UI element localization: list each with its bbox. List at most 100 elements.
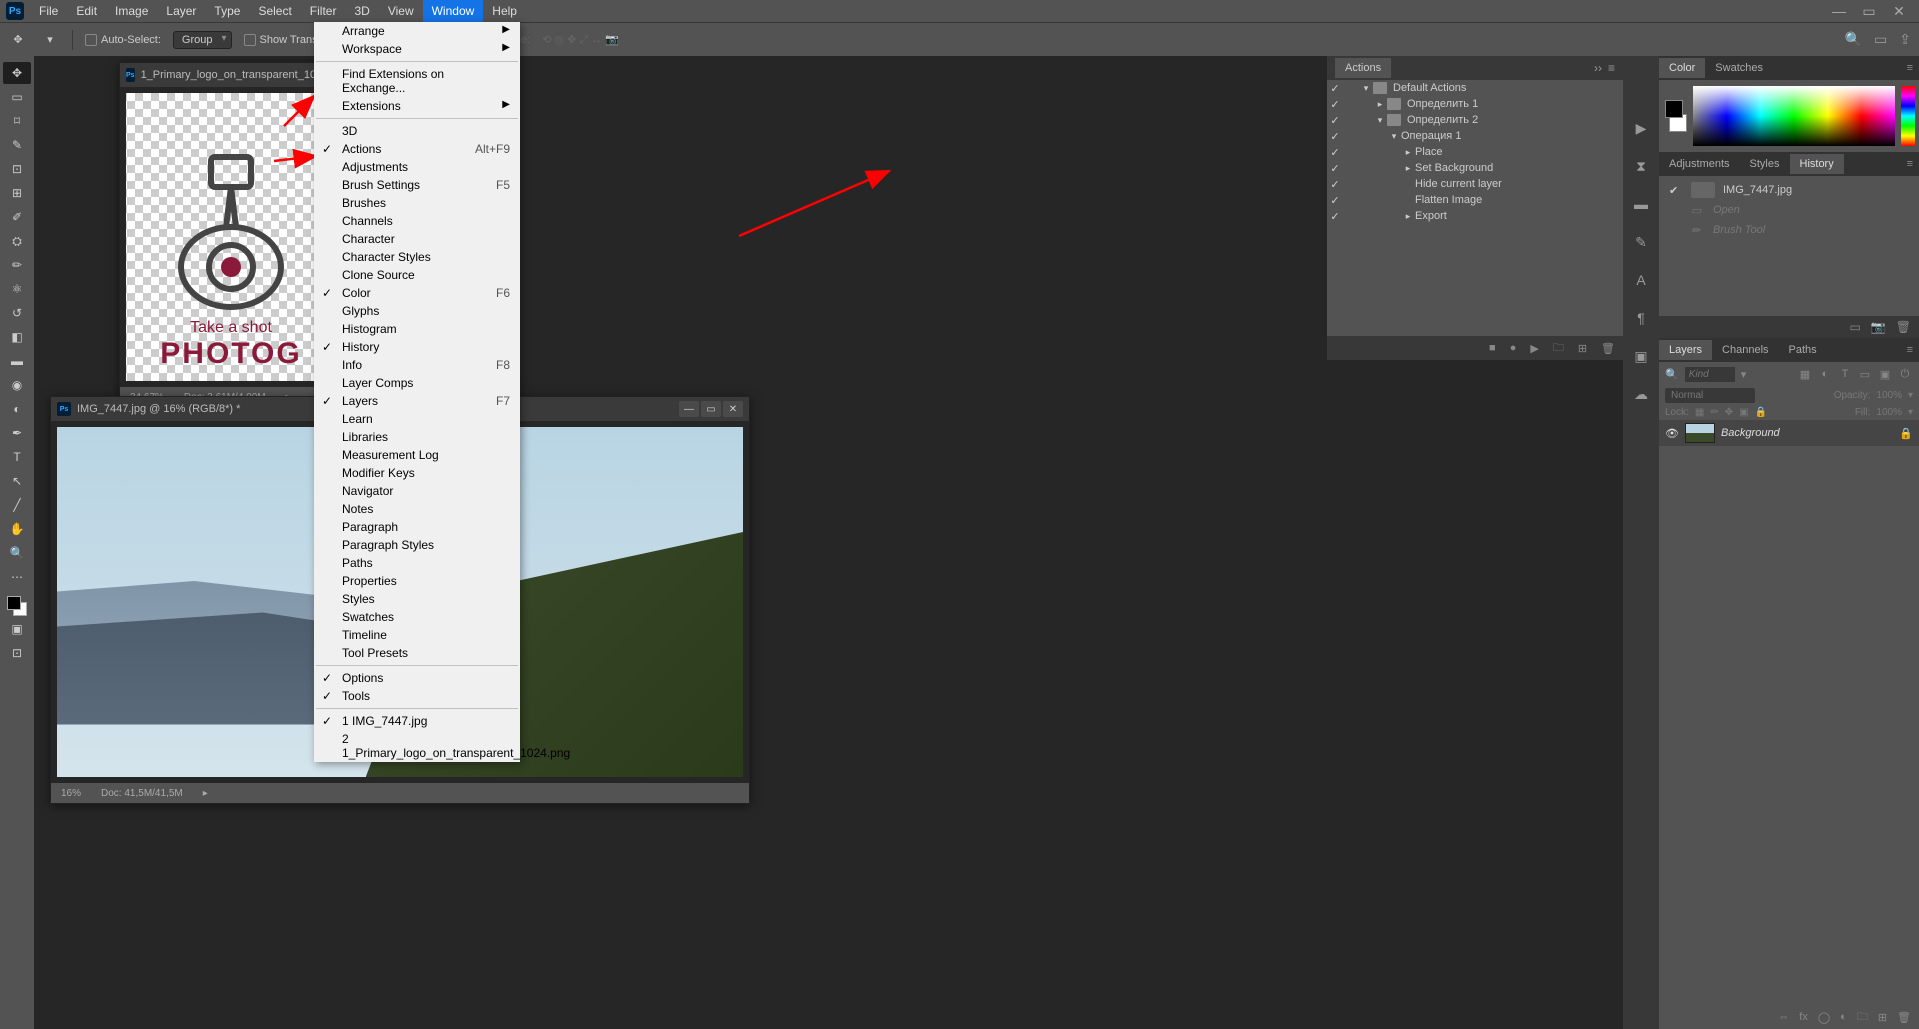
- hue-slider[interactable]: [1901, 86, 1915, 146]
- action-row[interactable]: ✓Flatten Image: [1327, 192, 1623, 208]
- filter-pixel-icon[interactable]: ▦: [1797, 366, 1813, 382]
- menu-layer[interactable]: Layer: [157, 0, 205, 22]
- menu-item-tools[interactable]: ✓Tools: [314, 687, 520, 705]
- swatches-tab[interactable]: Swatches: [1705, 58, 1773, 78]
- history-snapshot-row[interactable]: ✔ IMG_7447.jpg: [1663, 180, 1915, 200]
- menu-item-paragraph-styles[interactable]: Paragraph Styles: [314, 536, 520, 554]
- paths-tab[interactable]: Paths: [1779, 340, 1827, 360]
- zoom-tool[interactable]: 🔍: [3, 542, 31, 564]
- history-brush-tool[interactable]: ↺: [3, 302, 31, 324]
- delete-state-icon[interactable]: 🗑: [1896, 320, 1911, 334]
- filter-adjustment-icon[interactable]: ◐: [1817, 366, 1833, 382]
- delete-action-icon[interactable]: 🗑: [1601, 342, 1615, 355]
- search-icon[interactable]: 🔍: [1845, 31, 1862, 48]
- layers-tab[interactable]: Layers: [1659, 340, 1712, 360]
- menu-item-character-styles[interactable]: Character Styles: [314, 248, 520, 266]
- document-1-titlebar[interactable]: Ps 1_Primary_logo_on_transparent_1024.pn: [120, 63, 342, 87]
- filter-toggle-icon[interactable]: ⏻: [1897, 366, 1913, 382]
- color-panel-menu-icon[interactable]: ≡: [1901, 62, 1919, 74]
- new-snapshot-icon[interactable]: 📷: [1871, 320, 1886, 334]
- menu-3d[interactable]: 3D: [345, 0, 378, 22]
- menu-item-timeline[interactable]: Timeline: [314, 626, 520, 644]
- lock-position-icon[interactable]: ✏: [1710, 407, 1718, 418]
- document-2-zoom[interactable]: 16%: [61, 788, 81, 799]
- blend-mode-dropdown[interactable]: Normal: [1665, 388, 1755, 403]
- tool-preset-dropdown-icon[interactable]: ▾: [40, 30, 60, 50]
- menu-help[interactable]: Help: [483, 0, 526, 22]
- properties-panel-icon[interactable]: ✎: [1629, 230, 1653, 254]
- menu-item-character[interactable]: Character: [314, 230, 520, 248]
- auto-select-checkbox[interactable]: Auto-Select:: [85, 34, 161, 46]
- blur-tool[interactable]: ◉: [3, 374, 31, 396]
- menu-item-brushes[interactable]: Brushes: [314, 194, 520, 212]
- new-set-icon[interactable]: 🗀: [1553, 339, 1564, 358]
- new-document-from-state-icon[interactable]: ▭: [1849, 320, 1860, 334]
- lasso-tool[interactable]: ⌑: [3, 110, 31, 132]
- action-row[interactable]: ✓▾Операция 1: [1327, 128, 1623, 144]
- cloud-panel-icon[interactable]: ☁: [1629, 382, 1653, 406]
- actions-panel-tab[interactable]: Actions: [1335, 58, 1391, 78]
- document-window-1[interactable]: Ps 1_Primary_logo_on_transparent_1024.pn: [119, 62, 343, 408]
- line-tool[interactable]: ╱: [3, 494, 31, 516]
- filter-shape-icon[interactable]: ▭: [1857, 366, 1873, 382]
- color-fg-bg-swatch[interactable]: [1663, 96, 1687, 136]
- menu-select[interactable]: Select: [249, 0, 300, 22]
- share-icon[interactable]: ⇪: [1899, 31, 1911, 48]
- lock-pixels-icon[interactable]: ▦: [1695, 407, 1704, 418]
- layer-filter-input[interactable]: [1685, 367, 1735, 382]
- menu-item-histogram[interactable]: Histogram: [314, 320, 520, 338]
- lock-move-icon[interactable]: ✥: [1725, 407, 1733, 418]
- path-selection-tool[interactable]: ↖: [3, 470, 31, 492]
- menu-item-learn[interactable]: Learn: [314, 410, 520, 428]
- brushes-panel-icon[interactable]: ▶: [1629, 116, 1653, 140]
- action-row[interactable]: ✓Hide current layer: [1327, 176, 1623, 192]
- menu-item-arrange[interactable]: Arrange▶: [314, 22, 520, 40]
- lock-all-icon[interactable]: 🔒: [1755, 407, 1767, 418]
- new-group-icon[interactable]: 🗀: [1857, 1008, 1868, 1027]
- stop-action-icon[interactable]: ■: [1489, 342, 1496, 354]
- close-button[interactable]: ✕: [1885, 3, 1913, 20]
- menu-item-clone-source[interactable]: Clone Source: [314, 266, 520, 284]
- menu-item-measurement-log[interactable]: Measurement Log: [314, 446, 520, 464]
- menu-window[interactable]: Window: [423, 0, 484, 22]
- menu-item-channels[interactable]: Channels: [314, 212, 520, 230]
- menu-filter[interactable]: Filter: [301, 0, 346, 22]
- action-row[interactable]: ✓▾Определить 2: [1327, 112, 1623, 128]
- new-layer-icon[interactable]: ⊞: [1878, 1011, 1887, 1024]
- menu-image[interactable]: Image: [106, 0, 157, 22]
- history-panel-icon[interactable]: ⧗: [1629, 154, 1653, 178]
- menu-item-navigator[interactable]: Navigator: [314, 482, 520, 500]
- link-layers-icon[interactable]: ⇔: [1778, 1011, 1789, 1023]
- magic-wand-tool[interactable]: ✎: [3, 134, 31, 156]
- character-panel-icon[interactable]: A: [1629, 268, 1653, 292]
- menu-item-1-img-7447-jpg[interactable]: ✓1 IMG_7447.jpg: [314, 712, 520, 730]
- collapse-panel-icon[interactable]: ››: [1594, 61, 1602, 75]
- workspace-icon[interactable]: ▭: [1874, 31, 1887, 48]
- menu-item-info[interactable]: InfoF8: [314, 356, 520, 374]
- menu-item-libraries[interactable]: Libraries: [314, 428, 520, 446]
- menu-item-modifier-keys[interactable]: Modifier Keys: [314, 464, 520, 482]
- layer-name[interactable]: Background: [1721, 427, 1780, 439]
- more-tools[interactable]: ⋯: [3, 566, 31, 588]
- history-state-open[interactable]: ▭ Open: [1663, 200, 1915, 220]
- menu-item-layer-comps[interactable]: Layer Comps: [314, 374, 520, 392]
- info-panel-icon[interactable]: ▬: [1629, 192, 1653, 216]
- opacity-value[interactable]: 100%: [1876, 390, 1902, 401]
- type-tool[interactable]: T: [3, 446, 31, 468]
- color-spectrum[interactable]: [1693, 86, 1895, 146]
- add-mask-icon[interactable]: ◯: [1818, 1011, 1830, 1024]
- menu-item-find-extensions-on-exchange-[interactable]: Find Extensions on Exchange...: [314, 65, 520, 97]
- menu-item-properties[interactable]: Properties: [314, 572, 520, 590]
- doc2-maximize-button[interactable]: ▭: [701, 401, 721, 417]
- play-action-icon[interactable]: ▶: [1530, 342, 1538, 355]
- layer-lock-icon[interactable]: 🔒: [1899, 427, 1913, 440]
- color-swatch[interactable]: [7, 596, 27, 616]
- layer-background[interactable]: 👁 Background 🔒: [1659, 420, 1919, 446]
- new-adjustment-icon[interactable]: ◐: [1840, 1011, 1847, 1023]
- menu-item-layers[interactable]: ✓LayersF7: [314, 392, 520, 410]
- menu-view[interactable]: View: [379, 0, 423, 22]
- styles-tab[interactable]: Styles: [1740, 154, 1790, 174]
- healing-brush-tool[interactable]: ⛭: [3, 230, 31, 252]
- doc2-close-button[interactable]: ✕: [723, 401, 743, 417]
- gradient-tool[interactable]: ▬: [3, 350, 31, 372]
